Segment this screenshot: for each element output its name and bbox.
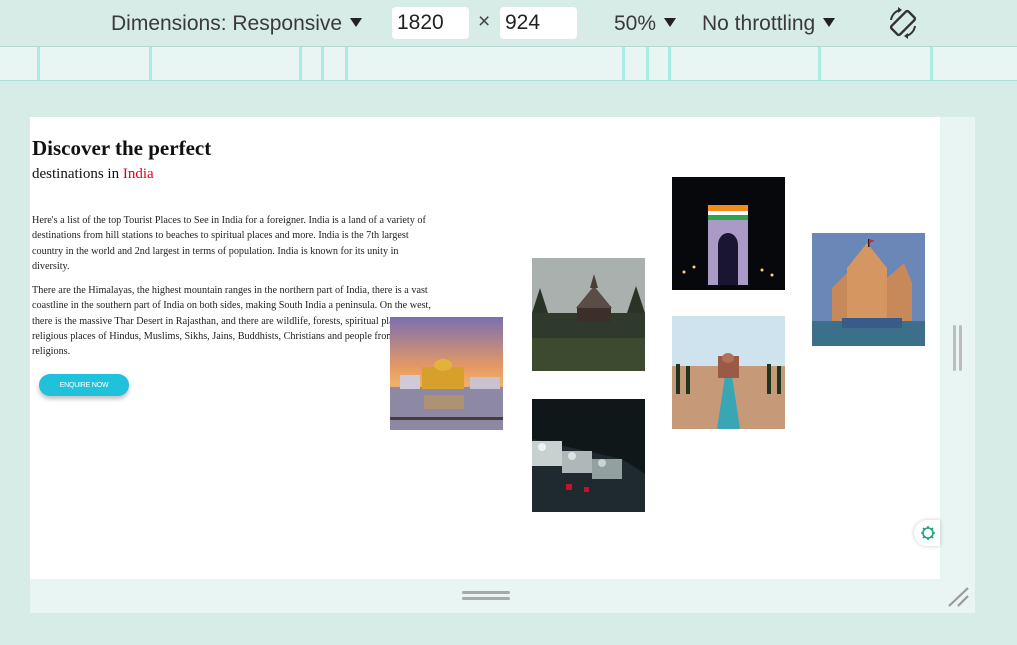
- taj-mahal-photo: [672, 316, 785, 429]
- hill-temple-photo: [532, 258, 645, 371]
- height-input[interactable]: [500, 7, 577, 39]
- horizontal-grip-icon: [462, 591, 510, 603]
- device-toolbar: Dimensions: Responsive × 50% No throttli…: [0, 0, 1017, 47]
- caret-down-icon: [664, 17, 677, 27]
- throttling-label: No throttling: [702, 12, 816, 35]
- india-gate-photo: [672, 177, 785, 290]
- width-input[interactable]: [392, 7, 469, 39]
- assistant-icon[interactable]: [914, 520, 940, 546]
- intro-paragraph: Here's a list of the top Tourist Places …: [32, 215, 426, 272]
- rotate-device-icon[interactable]: [886, 6, 920, 40]
- palace-at-night-photo: [532, 399, 645, 512]
- page-heading: Discover the perfect: [32, 136, 212, 160]
- dimensions-label: Dimensions: Responsive: [111, 12, 343, 35]
- zoom-dropdown[interactable]: 50%: [614, 10, 677, 38]
- geography-paragraph: There are the Himalayas, the highest mou…: [32, 285, 431, 358]
- golden-temple-photo: [390, 317, 503, 430]
- throttling-dropdown[interactable]: No throttling: [702, 10, 836, 38]
- zoom-label: 50%: [614, 12, 657, 35]
- vertical-grip-icon: [953, 325, 963, 371]
- subheading-prefix: destinations in: [32, 166, 123, 182]
- stone-temple-photo: [812, 233, 925, 346]
- page-subheading: destinations in India: [32, 166, 154, 183]
- dimensions-dropdown[interactable]: Dimensions: Responsive: [111, 10, 363, 38]
- media-query-bar[interactable]: [0, 47, 1017, 81]
- corner-resize-icon[interactable]: [946, 586, 970, 608]
- enquire-now-button[interactable]: ENQUIRE NOW: [39, 374, 129, 396]
- times-separator: ×: [478, 10, 491, 33]
- caret-down-icon: [823, 17, 836, 27]
- caret-down-icon: [350, 17, 363, 27]
- device-viewport: Discover the perfect destinations in Ind…: [30, 117, 940, 579]
- subheading-accent: India: [122, 166, 154, 182]
